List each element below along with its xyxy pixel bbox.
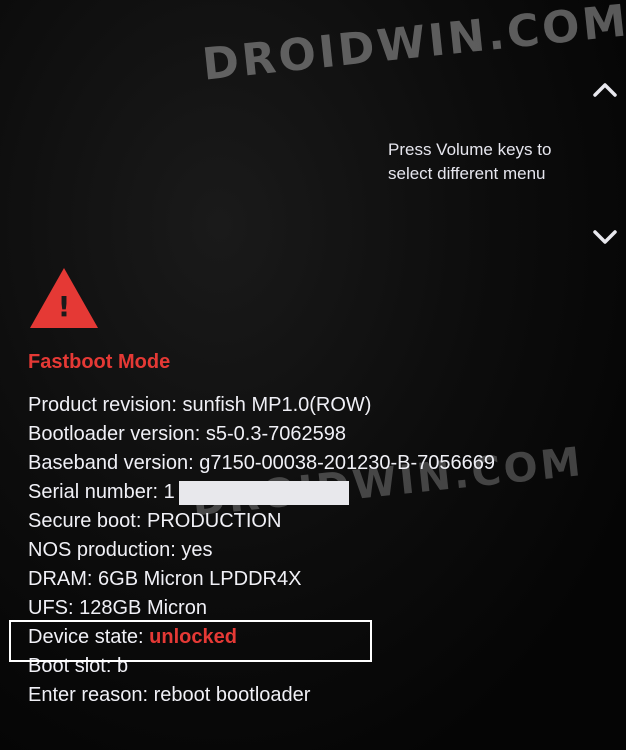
nos-production-row: NOS production: yes bbox=[28, 536, 495, 565]
product-revision-value: sunfish MP1.0(ROW) bbox=[182, 394, 372, 416]
hint-line-2: select different menu bbox=[388, 164, 546, 183]
warning-glyph: ! bbox=[58, 290, 71, 323]
dram-value: 6GB Micron LPDDR4X bbox=[98, 568, 302, 590]
nos-production-value: yes bbox=[181, 539, 213, 561]
ufs-label: UFS: bbox=[28, 597, 74, 619]
volume-keys-hint: Press Volume keys to select different me… bbox=[388, 138, 588, 186]
bootloader-version-value: s5-0.3-7062598 bbox=[205, 423, 346, 445]
fastboot-mode-title: Fastboot Mode bbox=[28, 351, 171, 373]
product-revision-row: Product revision: sunfish MP1.0(ROW) bbox=[28, 391, 495, 420]
secure-boot-row: Secure boot: PRODUCTION bbox=[28, 507, 495, 536]
serial-redaction bbox=[178, 480, 349, 505]
chevron-down-icon[interactable] bbox=[592, 228, 618, 246]
bootloader-version-row: Bootloader version: s5-0.3-7062598 bbox=[28, 420, 495, 449]
chevron-up-icon[interactable] bbox=[592, 80, 618, 98]
bootloader-version-label: Bootloader version: bbox=[28, 423, 201, 445]
secure-boot-value: PRODUCTION bbox=[146, 510, 282, 532]
warning-triangle-icon: ! bbox=[30, 268, 98, 328]
baseband-version-row: Baseband version: g7150-00038-201230-B-7… bbox=[28, 449, 495, 478]
nos-production-label: NOS production: bbox=[28, 539, 176, 561]
hint-line-1: Press Volume keys to bbox=[388, 140, 552, 159]
device-info-list: Product revision: sunfish MP1.0(ROW) Boo… bbox=[28, 391, 495, 710]
secure-boot-label: Secure boot: bbox=[28, 510, 142, 532]
serial-number-row: Serial number: 1 bbox=[28, 478, 495, 507]
dram-label: DRAM: bbox=[28, 568, 93, 590]
product-revision-label: Product revision: bbox=[28, 394, 177, 416]
serial-number-label: Serial number: bbox=[28, 481, 159, 503]
baseband-version-value: g7150-00038-201230-B-7056669 bbox=[199, 452, 496, 474]
ufs-value: 128GB Micron bbox=[79, 597, 207, 619]
watermark-top: DROIDWIN.COM bbox=[200, 0, 626, 91]
dram-row: DRAM: 6GB Micron LPDDR4X bbox=[28, 565, 495, 594]
device-state-highlight bbox=[9, 620, 372, 662]
enter-reason-value: reboot bootloader bbox=[153, 684, 311, 706]
enter-reason-row: Enter reason: reboot bootloader bbox=[28, 681, 495, 710]
enter-reason-label: Enter reason: bbox=[28, 684, 149, 706]
ufs-row: UFS: 128GB Micron bbox=[28, 594, 495, 623]
fastboot-screen: DROIDWIN.COM DROIDWIN.COM Press Volume k… bbox=[0, 0, 626, 750]
baseband-version-label: Baseband version: bbox=[28, 452, 194, 474]
serial-number-value: 1 bbox=[163, 481, 175, 503]
